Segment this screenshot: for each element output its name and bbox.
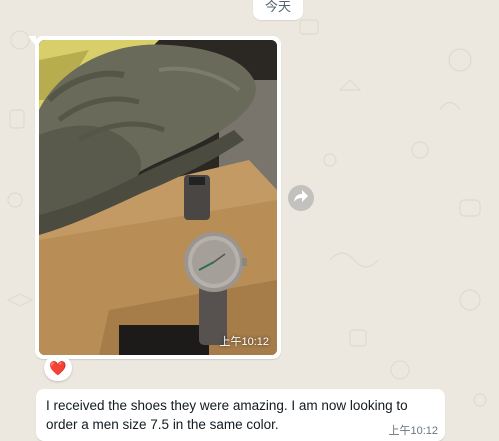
date-chip: 今天 [253, 0, 304, 20]
forward-icon [294, 189, 308, 207]
heart-reaction[interactable]: ❤️ [44, 355, 72, 381]
forward-button[interactable] [288, 185, 314, 211]
image-timestamp: 上午10:12 [219, 336, 269, 348]
bubble-tail [28, 36, 36, 46]
text-message-bubble[interactable]: I received the shoes they were amazing. … [36, 389, 445, 441]
heart-icon: ❤️ [49, 360, 67, 376]
message-text: I received the shoes they were amazing. … [46, 398, 408, 432]
message-timestamp: 上午10:12 [388, 425, 438, 437]
shared-photo[interactable]: 上午10:12 [39, 40, 277, 355]
image-message-bubble[interactable]: 上午10:12 [28, 36, 281, 359]
